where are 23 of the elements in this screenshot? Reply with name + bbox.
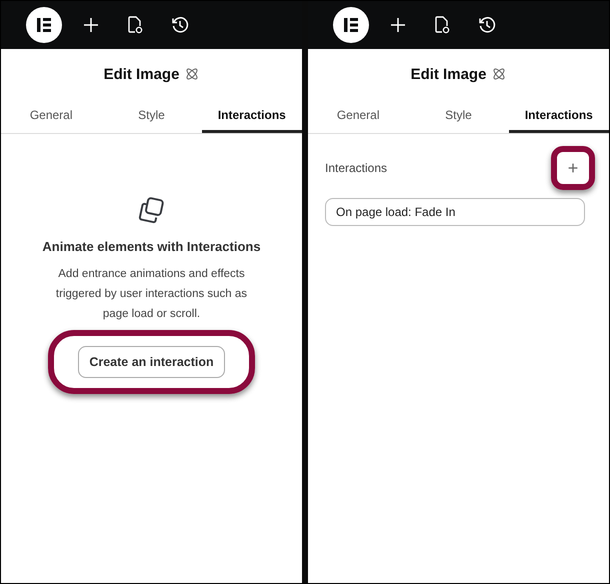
history-icon[interactable] (478, 16, 496, 34)
tab[interactable]: Style (408, 99, 509, 133)
tab[interactable]: Interactions (508, 99, 609, 133)
tab[interactable]: General (308, 99, 408, 133)
section-label: Interactions (325, 161, 388, 175)
add-icon[interactable] (390, 17, 406, 33)
empty-heading: Animate elements with Interactions (42, 239, 261, 254)
add-icon[interactable] (83, 17, 99, 33)
logo-icon[interactable] (26, 7, 62, 43)
atom-icon (492, 67, 506, 81)
history-icon[interactable] (171, 16, 189, 34)
interaction-item[interactable]: On page load: Fade In (325, 198, 585, 226)
panel-title: Edit Image (104, 66, 180, 82)
logo-icon[interactable] (333, 7, 369, 43)
tab[interactable]: General (1, 99, 102, 133)
atom-icon (185, 67, 200, 81)
panel-title: Edit Image (410, 66, 486, 82)
tab[interactable]: Style (101, 99, 202, 133)
page-gear-icon[interactable] (127, 15, 143, 35)
layers-icon (136, 196, 166, 226)
create-interaction-button[interactable]: Create an interaction (78, 346, 225, 378)
empty-description: Add entrance animations and effects triggered by user interactions such as page load or scroll. (54, 267, 248, 322)
page-gear-icon[interactable] (434, 15, 450, 35)
